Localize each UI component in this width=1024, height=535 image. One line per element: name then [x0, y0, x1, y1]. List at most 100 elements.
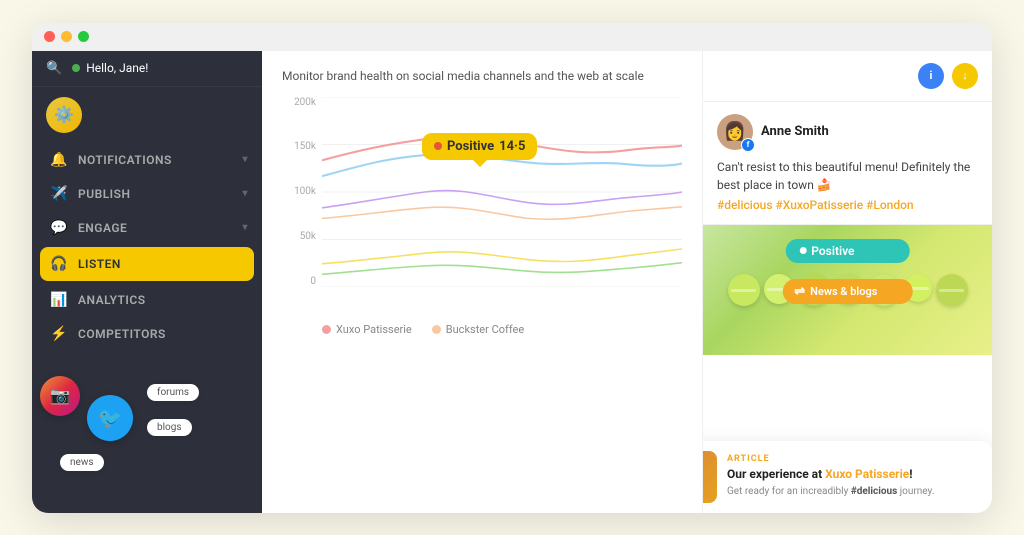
article-content: ARTICLE Our experience at Xuxo Patisseri…: [727, 454, 980, 500]
listen-icon: 🎧: [50, 256, 68, 272]
legend-label-xuxo: Xuxo Patisserie: [336, 323, 412, 336]
instagram-bubble[interactable]: 📷: [40, 376, 80, 416]
y-label-150k: 150k: [294, 141, 316, 152]
nav-publish-label: PUBLISH: [78, 187, 130, 201]
macaron-7: [936, 274, 968, 306]
article-tag: ARTICLE: [727, 454, 980, 464]
legend-dot-xuxo: [322, 325, 331, 334]
article-thumbnail: 🎂: [703, 451, 717, 503]
info-button[interactable]: i: [918, 63, 944, 89]
nav-listen-label: LISTEN: [78, 257, 121, 271]
post-hashtags: #delicious #XuxoPatisserie #London: [717, 198, 978, 212]
post-username: Anne Smith: [761, 124, 829, 139]
title-bar: [32, 23, 992, 51]
tooltip-dot: [434, 142, 442, 150]
avatar-wrap: 👩 f: [717, 114, 753, 150]
online-indicator: [72, 64, 80, 72]
nav-listen[interactable]: 🎧 LISTEN: [40, 247, 254, 281]
chart-container: 200k 150k 100k 50k 0: [282, 97, 682, 317]
post-card: 👩 f Anne Smith Can't resist to this beau…: [703, 102, 992, 225]
app-logo: ⚙️: [46, 97, 82, 133]
content-area: Monitor brand health on social media cha…: [262, 51, 702, 513]
forums-label: forums: [147, 384, 199, 401]
nav-engage-label: ENGAGE: [78, 221, 127, 235]
download-button[interactable]: ↓: [952, 63, 978, 89]
positive-tooltip: Positive 14·5: [422, 133, 537, 160]
nav-competitors-label: COMPETITORS: [78, 327, 166, 341]
tooltip-arrow: [473, 160, 487, 167]
positive-badge[interactable]: Positive: [785, 239, 910, 263]
nav-arrow-engage: ▾: [242, 222, 248, 233]
main-layout: 🔍 Hello, Jane! ⚙️ 🔔 NOTIFICATIONS ▾ ✈️: [32, 51, 992, 513]
nav-arrow: ▾: [242, 154, 248, 165]
nav-analytics-label: ANALYTICS: [78, 293, 146, 307]
news-blogs-badge[interactable]: ⇌ News & blogs: [782, 279, 913, 304]
facebook-badge: f: [741, 138, 755, 152]
tooltip-value: 14·5: [499, 139, 525, 154]
notifications-icon: 🔔: [50, 152, 68, 168]
y-label-0: 0: [310, 276, 316, 287]
nav-publish[interactable]: ✈️ PUBLISH ▾: [32, 177, 262, 211]
macaron-1: [728, 274, 760, 306]
legend-dot-buckster: [432, 325, 441, 334]
news-label: news: [60, 454, 104, 471]
y-label-50k: 50k: [300, 231, 316, 242]
nav-notifications-label: NOTIFICATIONS: [78, 153, 172, 167]
user-greeting: Hello, Jane!: [72, 61, 148, 75]
legend-label-buckster: Buckster Coffee: [446, 323, 524, 336]
article-title-highlight: Xuxo Patisserie: [825, 467, 909, 481]
article-thumb-emoji: 🎂: [703, 464, 705, 489]
chart-title: Monitor brand health on social media cha…: [282, 69, 682, 83]
close-dot[interactable]: [44, 31, 55, 42]
nav-notifications[interactable]: 🔔 NOTIFICATIONS ▾: [32, 143, 262, 177]
greeting-text: Hello, Jane!: [86, 61, 148, 75]
social-bubbles: 🐦 📷 forums blogs news: [32, 341, 262, 471]
image-section: Positive ⇌ News & blogs 🎂 ARTICLE Our e: [703, 225, 992, 513]
right-panel: i ↓ 👩 f Anne Smith Can't resist to this …: [702, 51, 992, 513]
article-title-end: !: [909, 467, 912, 481]
sidebar-header: 🔍 Hello, Jane!: [32, 51, 262, 87]
chart-svg: [322, 97, 682, 287]
analytics-icon: 📊: [50, 292, 68, 308]
chart-legend: Xuxo Patisserie Buckster Coffee: [282, 317, 682, 336]
instagram-icon: 📷: [50, 386, 70, 405]
nav-analytics[interactable]: 📊 ANALYTICS: [32, 283, 262, 317]
minimize-dot[interactable]: [61, 31, 72, 42]
y-label-100k: 100k: [294, 186, 316, 197]
post-user: 👩 f Anne Smith: [717, 114, 978, 150]
chart-section: Monitor brand health on social media cha…: [262, 51, 702, 513]
y-axis: 200k 150k 100k 50k 0: [282, 97, 322, 287]
article-desc-start: Get ready for an increadibly: [727, 486, 851, 497]
logo-icon: ⚙️: [54, 105, 74, 124]
article-card: 🎂 ARTICLE Our experience at Xuxo Patisse…: [703, 441, 992, 513]
post-text: Can't resist to this beautiful menu! Def…: [717, 158, 978, 194]
news-blogs-label: News & blogs: [810, 285, 877, 298]
maximize-dot[interactable]: [78, 31, 89, 42]
article-title: Our experience at Xuxo Patisserie!: [727, 467, 980, 483]
tooltip-label: Positive: [447, 139, 494, 154]
app-window: 🔍 Hello, Jane! ⚙️ 🔔 NOTIFICATIONS ▾ ✈️: [32, 23, 992, 513]
sidebar: 🔍 Hello, Jane! ⚙️ 🔔 NOTIFICATIONS ▾ ✈️: [32, 51, 262, 513]
engage-icon: 💬: [50, 220, 68, 236]
nav-engage[interactable]: 💬 ENGAGE ▾: [32, 211, 262, 245]
twitter-bubble[interactable]: 🐦: [87, 395, 133, 441]
competitors-icon: ⚡: [50, 326, 68, 342]
article-desc-end: journey.: [897, 486, 934, 497]
panel-icons: i ↓: [918, 63, 978, 89]
legend-xuxo: Xuxo Patisserie: [322, 323, 412, 336]
positive-label: Positive: [811, 244, 854, 258]
search-icon[interactable]: 🔍: [46, 61, 62, 76]
panel-header: i ↓: [703, 51, 992, 102]
news-blogs-icon: ⇌: [794, 284, 805, 299]
article-desc-highlight: #delicious: [851, 486, 897, 497]
blogs-label: blogs: [147, 419, 192, 436]
publish-icon: ✈️: [50, 186, 68, 202]
legend-buckster: Buckster Coffee: [432, 323, 524, 336]
article-desc: Get ready for an increadibly #delicious …: [727, 485, 980, 499]
twitter-icon: 🐦: [98, 406, 123, 430]
sidebar-logo: ⚙️: [32, 87, 262, 143]
positive-dot: [799, 247, 806, 254]
nav-arrow-publish: ▾: [242, 188, 248, 199]
article-title-start: Our experience at: [727, 467, 825, 481]
y-label-200k: 200k: [294, 97, 316, 108]
